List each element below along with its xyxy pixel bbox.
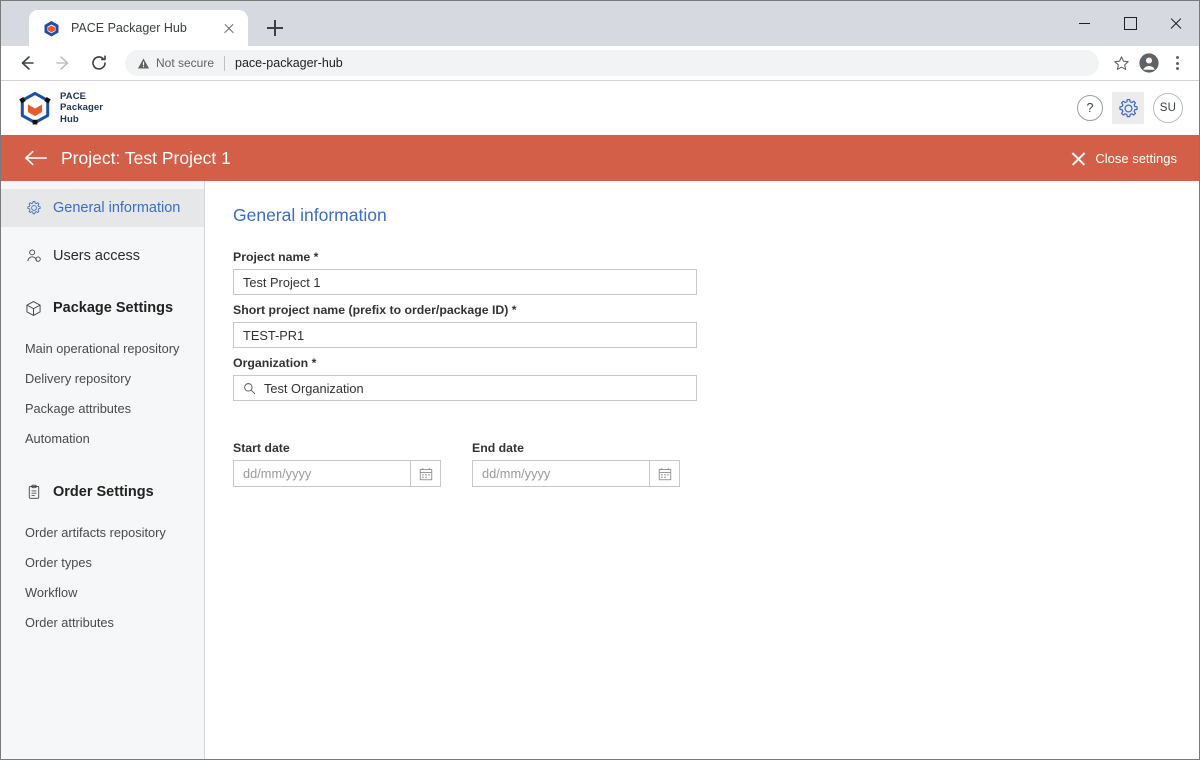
page-title: Project: Test Project 1 bbox=[61, 147, 231, 168]
security-status-label: Not secure bbox=[156, 56, 215, 70]
settings-button[interactable] bbox=[1112, 92, 1144, 124]
sidebar-section-label: Order Settings bbox=[53, 484, 154, 500]
url-text: pace-packager-hub bbox=[235, 56, 343, 70]
window-controls bbox=[1061, 1, 1199, 46]
page-body: General information Users access Package… bbox=[1, 181, 1199, 759]
back-button[interactable] bbox=[12, 48, 42, 78]
browser-toolbar: Not secure pace-packager-hub bbox=[1, 46, 1199, 81]
bookmark-star-icon[interactable] bbox=[1107, 49, 1135, 77]
close-settings-button[interactable]: Close settings bbox=[1071, 151, 1181, 166]
project-name-value: Test Project 1 bbox=[243, 274, 321, 290]
brand-wordmark: PACE Packager Hub bbox=[60, 91, 103, 126]
new-tab-button[interactable] bbox=[260, 13, 290, 43]
search-icon bbox=[243, 382, 256, 395]
browser-tab[interactable]: PACE Packager Hub bbox=[29, 10, 248, 46]
sidebar-section-order-settings[interactable]: Order Settings bbox=[1, 473, 204, 511]
sidebar-item-label: Order attributes bbox=[25, 614, 114, 630]
package-icon bbox=[25, 300, 42, 317]
browser-menu-icon[interactable] bbox=[1163, 49, 1191, 77]
pace-cube-favicon bbox=[43, 20, 60, 37]
start-date-placeholder: dd/mm/yyyy bbox=[243, 466, 312, 481]
organization-input[interactable]: Test Organization bbox=[233, 375, 697, 401]
project-header-bar: Project: Test Project 1 Close settings bbox=[1, 135, 1199, 181]
project-name-input[interactable]: Test Project 1 bbox=[233, 269, 697, 295]
sidebar-item-order-artifacts-repository[interactable]: Order artifacts repository bbox=[1, 517, 204, 547]
field-organization: Organization * Test Organization bbox=[233, 356, 1199, 401]
content-heading: General information bbox=[233, 205, 387, 225]
gear-icon bbox=[1118, 98, 1138, 117]
sidebar-item-label: Automation bbox=[25, 430, 90, 446]
date-row: Start date dd/mm/yyyy End date dd/mm/yyy… bbox=[233, 441, 1199, 487]
sidebar-item-package-attributes[interactable]: Package attributes bbox=[1, 393, 204, 423]
window-close-button[interactable] bbox=[1153, 1, 1199, 46]
help-button[interactable]: ? bbox=[1077, 95, 1103, 121]
field-short-project-name: Short project name (prefix to order/pack… bbox=[233, 303, 1199, 348]
address-bar[interactable]: Not secure pace-packager-hub bbox=[125, 50, 1099, 76]
close-icon bbox=[1071, 151, 1086, 166]
header-actions: ? SU bbox=[1077, 92, 1183, 124]
maximize-button[interactable] bbox=[1107, 1, 1153, 46]
sidebar-item-label: Package attributes bbox=[25, 400, 131, 416]
back-arrow-icon[interactable] bbox=[23, 145, 49, 171]
short-project-name-value: TEST-PR1 bbox=[243, 327, 305, 343]
sidebar-item-label: Main operational repository bbox=[25, 340, 180, 356]
clipboard-icon bbox=[25, 484, 42, 501]
sidebar-section-label: Package Settings bbox=[53, 300, 174, 316]
brand-logo[interactable]: PACE Packager Hub bbox=[19, 91, 103, 126]
sidebar-item-automation[interactable]: Automation bbox=[1, 423, 204, 453]
reload-button[interactable] bbox=[84, 48, 114, 78]
close-settings-label: Close settings bbox=[1095, 150, 1177, 166]
not-secure-warning-icon bbox=[137, 57, 150, 70]
brand-line-3: Hub bbox=[60, 113, 79, 125]
short-project-name-label: Short project name (prefix to order/pack… bbox=[233, 303, 517, 317]
sidebar-item-order-attributes[interactable]: Order attributes bbox=[1, 607, 204, 637]
field-start-date: Start date dd/mm/yyyy bbox=[233, 441, 441, 487]
brand-line-2: Packager bbox=[60, 102, 104, 114]
organization-value: Test Organization bbox=[264, 380, 364, 396]
pace-cube-logo-icon bbox=[19, 91, 51, 125]
user-avatar[interactable]: SU bbox=[1153, 93, 1183, 123]
sidebar-item-order-types[interactable]: Order types bbox=[1, 547, 204, 577]
sidebar-item-users-access[interactable]: Users access bbox=[1, 237, 204, 275]
avatar-initials: SU bbox=[1159, 102, 1177, 114]
gear-icon bbox=[25, 200, 42, 217]
tab-close-icon[interactable] bbox=[220, 19, 238, 37]
settings-content: General information Project name * Test … bbox=[205, 181, 1199, 759]
sidebar-item-label: Users access bbox=[53, 248, 141, 264]
end-date-label: End date bbox=[472, 441, 524, 455]
end-date-input[interactable]: dd/mm/yyyy bbox=[472, 460, 680, 487]
profile-avatar-icon[interactable] bbox=[1135, 49, 1163, 77]
omnibox-divider bbox=[224, 55, 226, 71]
sidebar-item-label: Order artifacts repository bbox=[25, 524, 166, 540]
tab-strip: PACE Packager Hub bbox=[1, 1, 1199, 46]
sidebar-item-label: Workflow bbox=[25, 584, 78, 600]
project-name-label: Project name * bbox=[233, 250, 319, 264]
calendar-icon[interactable] bbox=[649, 461, 679, 486]
start-date-input[interactable]: dd/mm/yyyy bbox=[233, 460, 441, 487]
settings-sidebar: General information Users access Package… bbox=[1, 181, 205, 759]
brand-line-1: PACE bbox=[60, 90, 87, 102]
field-project-name: Project name * Test Project 1 bbox=[233, 250, 1199, 295]
users-icon bbox=[25, 248, 42, 265]
short-project-name-input[interactable]: TEST-PR1 bbox=[233, 322, 697, 348]
sidebar-item-general-information[interactable]: General information bbox=[1, 189, 204, 227]
forward-button[interactable] bbox=[48, 48, 78, 78]
sidebar-item-label: Delivery repository bbox=[25, 370, 131, 386]
sidebar-item-label: Order types bbox=[25, 554, 92, 570]
organization-label: Organization * bbox=[233, 356, 317, 370]
tab-title: PACE Packager Hub bbox=[71, 21, 187, 35]
sidebar-item-delivery-repository[interactable]: Delivery repository bbox=[1, 363, 204, 393]
field-end-date: End date dd/mm/yyyy bbox=[472, 441, 680, 487]
calendar-icon[interactable] bbox=[410, 461, 440, 486]
sidebar-item-workflow[interactable]: Workflow bbox=[1, 577, 204, 607]
end-date-placeholder: dd/mm/yyyy bbox=[482, 466, 551, 481]
sidebar-section-package-settings[interactable]: Package Settings bbox=[1, 289, 204, 327]
help-question-icon: ? bbox=[1086, 101, 1094, 115]
start-date-label: Start date bbox=[233, 441, 290, 455]
browser-window: PACE Packager Hub Not secure pace-packag… bbox=[0, 0, 1200, 760]
app-header: PACE Packager Hub ? SU bbox=[1, 81, 1199, 135]
minimize-button[interactable] bbox=[1061, 1, 1107, 46]
sidebar-item-main-operational-repository[interactable]: Main operational repository bbox=[1, 333, 204, 363]
sidebar-item-label: General information bbox=[53, 200, 181, 216]
